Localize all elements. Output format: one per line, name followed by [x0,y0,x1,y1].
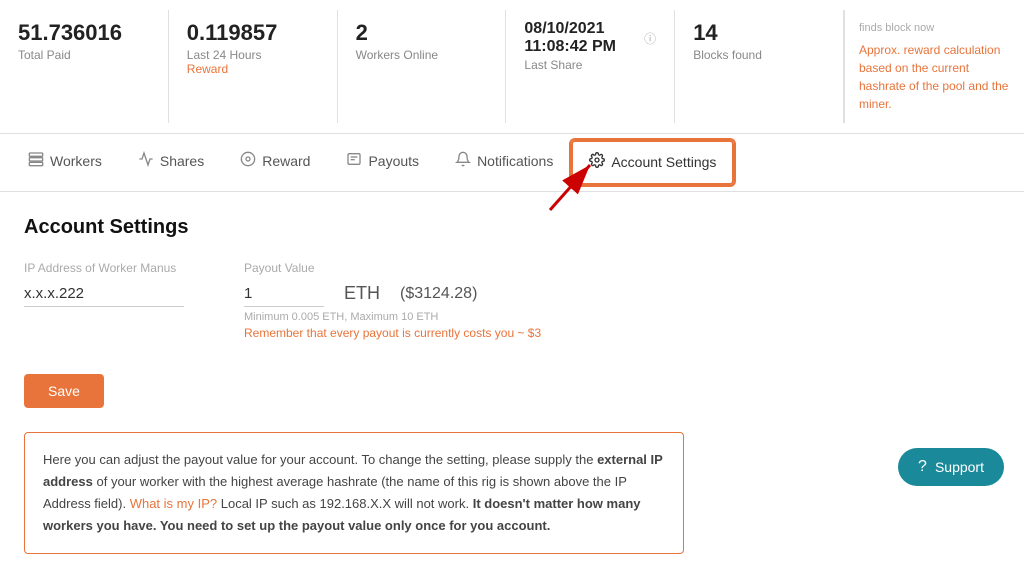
payout-input[interactable] [244,281,324,307]
notifications-icon [455,151,471,172]
payouts-icon [346,151,362,172]
last24h-value: 0.119857 [187,20,319,46]
last-share-label: Last Share [524,58,656,72]
workers-label: Workers Online [356,48,488,62]
tab-notifications-label: Notifications [477,153,553,169]
support-icon: ? [918,458,927,476]
ip-form-group: IP Address of Worker Manus [24,261,184,340]
content-area: Account Settings IP Address of Worker Ma… [0,192,1024,578]
stat-workers: 2 Workers Online [338,10,507,123]
tab-shares-label: Shares [160,153,204,169]
account-settings-icon [589,152,605,173]
payout-usd: ($3124.28) [400,285,477,303]
payout-warn: Remember that every payout is currently … [244,326,541,340]
stats-bar: 51.736016 Total Paid 0.119857 Last 24 Ho… [0,0,1024,134]
support-label: Support [935,459,984,475]
reward-icon [240,151,256,172]
payout-min: Minimum 0.005 ETH, Maximum 10 ETH [244,311,541,323]
nav-tabs: Workers Shares Reward Payouts Notificati… [0,134,1024,192]
main-container: 51.736016 Total Paid 0.119857 Last 24 Ho… [0,0,1024,578]
tab-reward-label: Reward [262,153,310,169]
info-text-3: Local IP such as 192.168.X.X will not wo… [217,496,473,511]
info-box: Here you can adjust the payout value for… [24,432,684,554]
payout-currency: ETH [344,283,380,304]
stat-blocks-found: 14 Blocks found [675,10,844,123]
tab-notifications[interactable]: Notifications [437,137,571,188]
stat-last24h: 0.119857 Last 24 Hours Reward [169,10,338,123]
section-title: Account Settings [24,216,1000,239]
info-icon[interactable]: ⓘ [644,30,656,47]
blocks-found-label: Blocks found [693,48,825,62]
save-button[interactable]: Save [24,374,104,408]
stat-total-paid: 51.736016 Total Paid [0,10,169,123]
payout-label: Payout Value [244,261,541,275]
workers-value: 2 [356,20,488,46]
tab-account-settings[interactable]: Account Settings [571,140,734,185]
blocks-found-value: 14 [693,20,825,46]
tab-payouts[interactable]: Payouts [328,137,437,188]
ip-input[interactable] [24,281,184,307]
tab-payouts-label: Payouts [368,153,419,169]
info-text-1: Here you can adjust the payout value for… [43,452,597,467]
last24h-label: Last 24 Hours [187,48,319,62]
tab-workers[interactable]: Workers [10,137,120,188]
what-is-my-ip-link[interactable]: What is my IP? [130,496,217,511]
tab-account-settings-label: Account Settings [611,154,716,170]
payout-form-group: Payout Value ETH ($3124.28) Minimum 0.00… [244,261,541,340]
tab-shares[interactable]: Shares [120,137,222,188]
stat-side-note: finds block now Approx. reward calculati… [844,10,1024,123]
stat-last-share: 08/10/2021 11:08:42 PM ⓘ Last Share [506,10,675,123]
tab-reward[interactable]: Reward [222,137,328,188]
last24h-sub: Reward [187,62,319,76]
approx-reward-note: Approx. reward calculation based on the … [859,41,1010,113]
shares-icon [138,151,154,172]
finds-block-note: finds block now [859,20,1010,37]
total-paid-label: Total Paid [18,48,150,62]
last-share-value: 08/10/2021 11:08:42 PM [524,20,640,56]
total-paid-value: 51.736016 [18,20,150,46]
payout-row: ETH ($3124.28) [244,281,541,307]
ip-label: IP Address of Worker Manus [24,261,184,275]
tab-workers-label: Workers [50,153,102,169]
workers-icon [28,151,44,172]
form-row: IP Address of Worker Manus Payout Value … [24,261,1000,340]
support-button[interactable]: ? Support [898,448,1004,486]
